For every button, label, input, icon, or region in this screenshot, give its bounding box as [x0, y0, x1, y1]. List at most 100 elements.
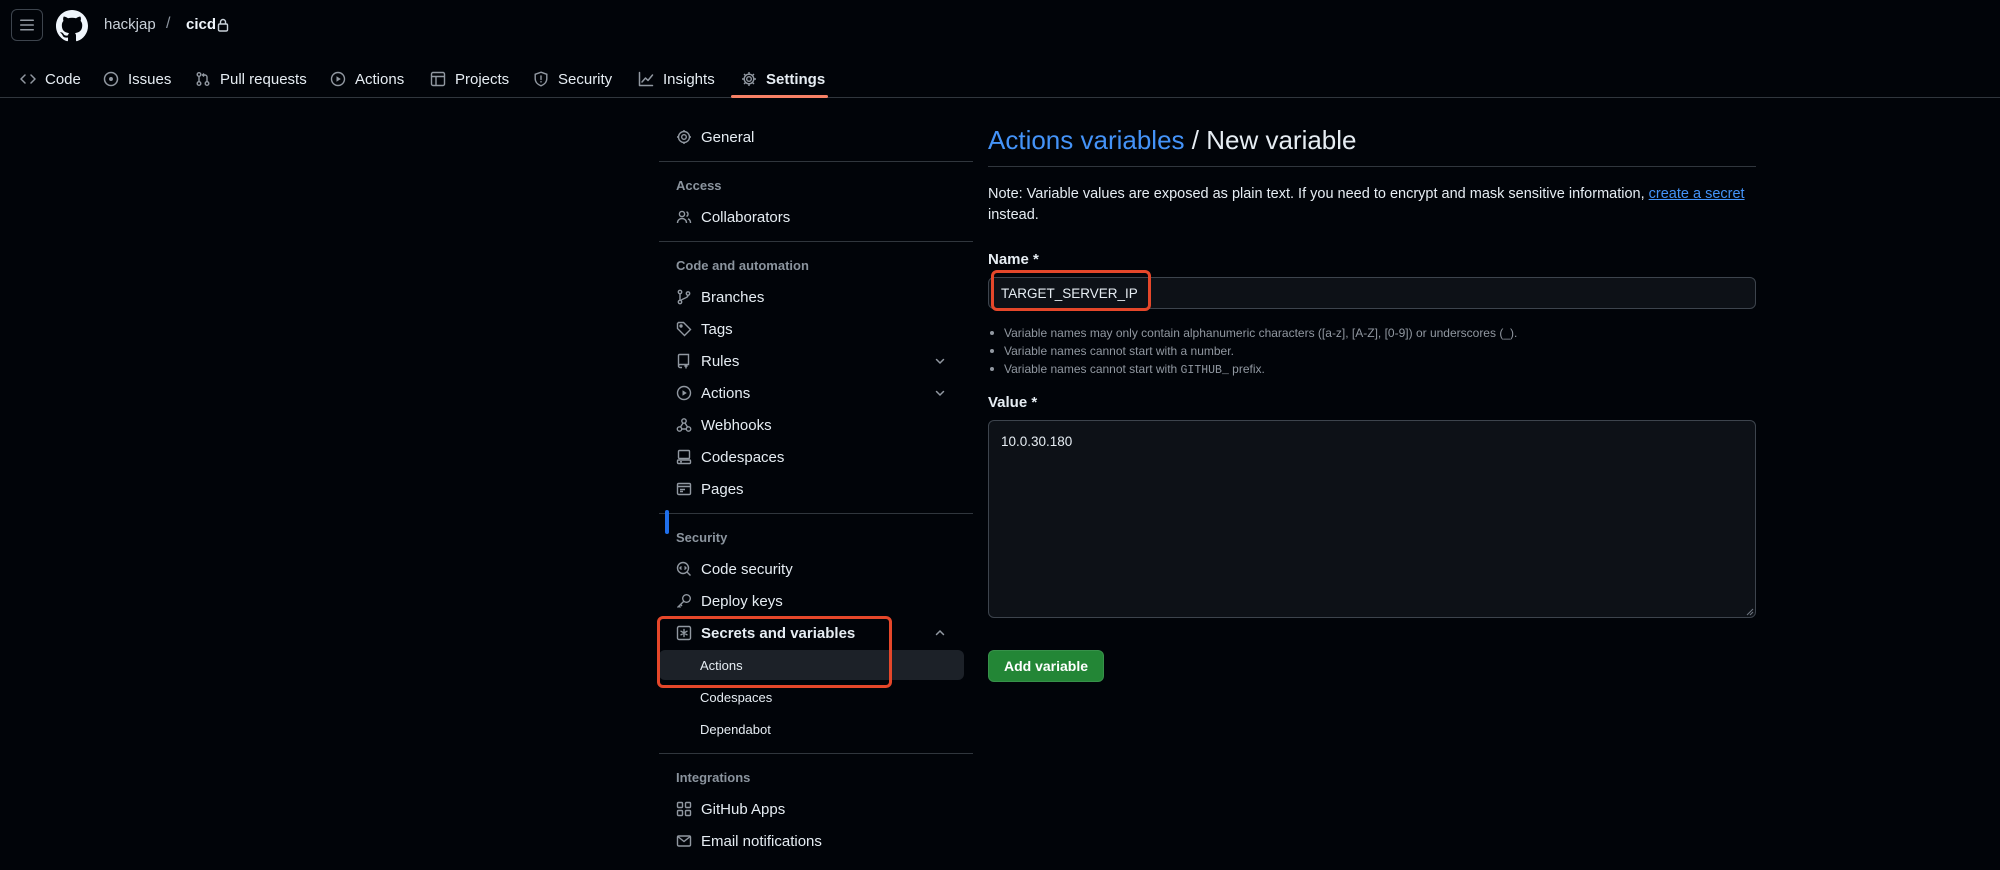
chevron-up-icon[interactable]	[934, 627, 946, 639]
variable-name-input[interactable]	[988, 277, 1756, 309]
sidebar-item-github-apps[interactable]: GitHub Apps	[659, 795, 964, 823]
repo-push-icon	[677, 353, 690, 369]
plain-text-note: Note: Variable values are exposed as pla…	[988, 184, 1756, 226]
gear-icon	[742, 72, 756, 86]
code-icon	[20, 74, 36, 84]
sidebar-item-label: Codespaces	[700, 689, 773, 705]
sidebar-item-label: Tags	[701, 320, 733, 338]
chevron-down-icon[interactable]	[934, 387, 946, 399]
sidebar-item-label: Code security	[701, 560, 793, 578]
sidebar-subitem-actions[interactable]: Actions	[659, 650, 964, 680]
note-text-end: instead.	[988, 207, 1039, 223]
sidebar-item-label: GitHub Apps	[701, 800, 786, 818]
key-icon	[677, 594, 691, 608]
tab-label: Insights	[663, 70, 715, 88]
tab-label: Actions	[355, 70, 405, 88]
sidebar-divider	[659, 161, 973, 162]
variable-value-textarea[interactable]: 10.0.30.180	[988, 420, 1756, 618]
title-current: New variable	[1206, 125, 1357, 155]
sidebar-item-label: Rules	[701, 352, 740, 370]
lock-icon	[217, 18, 229, 32]
tag-icon	[676, 321, 692, 337]
hamburger-icon	[20, 19, 34, 31]
git-branch-icon	[677, 289, 691, 305]
play-icon	[330, 71, 346, 87]
tab-issues[interactable]: Issues	[103, 60, 171, 98]
sidebar-item-label: Collaborators	[701, 208, 791, 226]
sidebar-item-actions[interactable]: Actions	[659, 379, 964, 407]
name-rule: Variable names may only contain alphanum…	[988, 324, 1517, 342]
page-title: Actions variables / New variable	[988, 125, 1357, 156]
sidebar-item-collaborators[interactable]: Collaborators	[659, 203, 964, 231]
tab-actions[interactable]: Actions	[330, 60, 404, 98]
sidebar-item-label: Pages	[701, 480, 744, 498]
name-rule: Variable names cannot start with a numbe…	[988, 342, 1517, 360]
sidebar-subitem-dependabot[interactable]: Dependabot	[659, 714, 964, 744]
tab-projects[interactable]: Projects	[430, 60, 509, 98]
sidebar-divider	[659, 513, 973, 514]
sidebar-divider	[659, 753, 973, 754]
github-logo-icon[interactable]	[56, 10, 88, 42]
mail-icon	[676, 835, 692, 847]
sidebar-item-label: Codespaces	[701, 448, 785, 466]
sidebar-heading-access: Access	[676, 178, 722, 193]
tab-security[interactable]: Security	[533, 60, 612, 98]
sidebar-item-label: Dependabot	[700, 721, 771, 737]
breadcrumb-owner[interactable]: hackjap	[104, 16, 156, 33]
git-pull-request-icon	[196, 72, 210, 86]
global-header: hackjap / cicd Code Issues Pull requests…	[0, 0, 2000, 98]
menu-button[interactable]	[11, 9, 43, 41]
create-secret-link[interactable]: create a secret	[1649, 186, 1745, 202]
sidebar-heading-integrations: Integrations	[676, 770, 751, 785]
sidebar-item-general[interactable]: General	[659, 123, 964, 151]
browser-icon	[676, 482, 692, 496]
sidebar-heading-code-automation: Code and automation	[676, 258, 809, 273]
codescan-icon	[676, 561, 691, 576]
play-icon	[676, 385, 692, 401]
sidebar-item-label: Actions	[701, 384, 751, 402]
tab-code[interactable]: Code	[20, 60, 81, 98]
resize-handle-icon[interactable]	[1746, 608, 1754, 616]
tab-label: Issues	[128, 70, 172, 88]
sidebar-item-label: Email notifications	[701, 832, 822, 850]
sidebar-item-label: Webhooks	[701, 416, 772, 434]
sidebar-item-label: Branches	[701, 288, 765, 306]
sidebar-item-deploy-keys[interactable]: Deploy keys	[659, 587, 964, 615]
tab-settings[interactable]: Settings	[741, 60, 825, 98]
value-label: Value *	[988, 394, 1038, 411]
apps-icon	[676, 801, 692, 817]
shield-icon	[534, 71, 548, 87]
name-rules-list: Variable names may only contain alphanum…	[988, 324, 1517, 380]
tab-insights[interactable]: Insights	[638, 60, 715, 98]
sidebar-subitem-codespaces[interactable]: Codespaces	[659, 682, 964, 712]
sidebar-item-label: Deploy keys	[701, 592, 783, 610]
sidebar-item-email-notifications[interactable]: Email notifications	[659, 827, 964, 855]
sidebar-item-label: Secrets and variables	[701, 624, 856, 642]
sidebar-item-pages[interactable]: Pages	[659, 475, 964, 503]
webhook-icon	[676, 418, 692, 432]
sidebar-divider	[659, 241, 973, 242]
repo-nav-tabs: Code Issues Pull requests Actions Projec…	[0, 60, 2000, 98]
breadcrumb-separator: /	[166, 15, 171, 32]
chevron-down-icon[interactable]	[934, 355, 946, 367]
breadcrumb-actions-variables-link[interactable]: Actions variables	[988, 125, 1185, 155]
note-text: Note: Variable values are exposed as pla…	[988, 186, 1649, 202]
settings-sidebar: General Access Collaborators Code and au…	[657, 98, 973, 870]
name-rule: Variable names cannot start with GITHUB_…	[988, 360, 1517, 380]
add-variable-button[interactable]: Add variable	[988, 650, 1104, 682]
table-icon	[430, 71, 446, 87]
sidebar-item-branches[interactable]: Branches	[659, 283, 964, 311]
sidebar-item-secrets-and-variables[interactable]: Secrets and variables	[659, 619, 964, 647]
title-divider	[988, 166, 1756, 167]
sidebar-item-webhooks[interactable]: Webhooks	[659, 411, 964, 439]
sidebar-heading-security: Security	[676, 530, 728, 545]
breadcrumb-repo[interactable]: cicd	[186, 16, 216, 33]
sidebar-item-rules[interactable]: Rules	[659, 347, 964, 375]
sidebar-item-label: Actions	[700, 657, 743, 673]
sidebar-item-tags[interactable]: Tags	[659, 315, 964, 343]
graph-icon	[638, 71, 654, 87]
sidebar-item-codespaces[interactable]: Codespaces	[659, 443, 964, 471]
sidebar-item-code-security[interactable]: Code security	[659, 555, 964, 583]
tab-pull-requests[interactable]: Pull requests	[195, 60, 307, 98]
people-icon	[676, 210, 692, 224]
